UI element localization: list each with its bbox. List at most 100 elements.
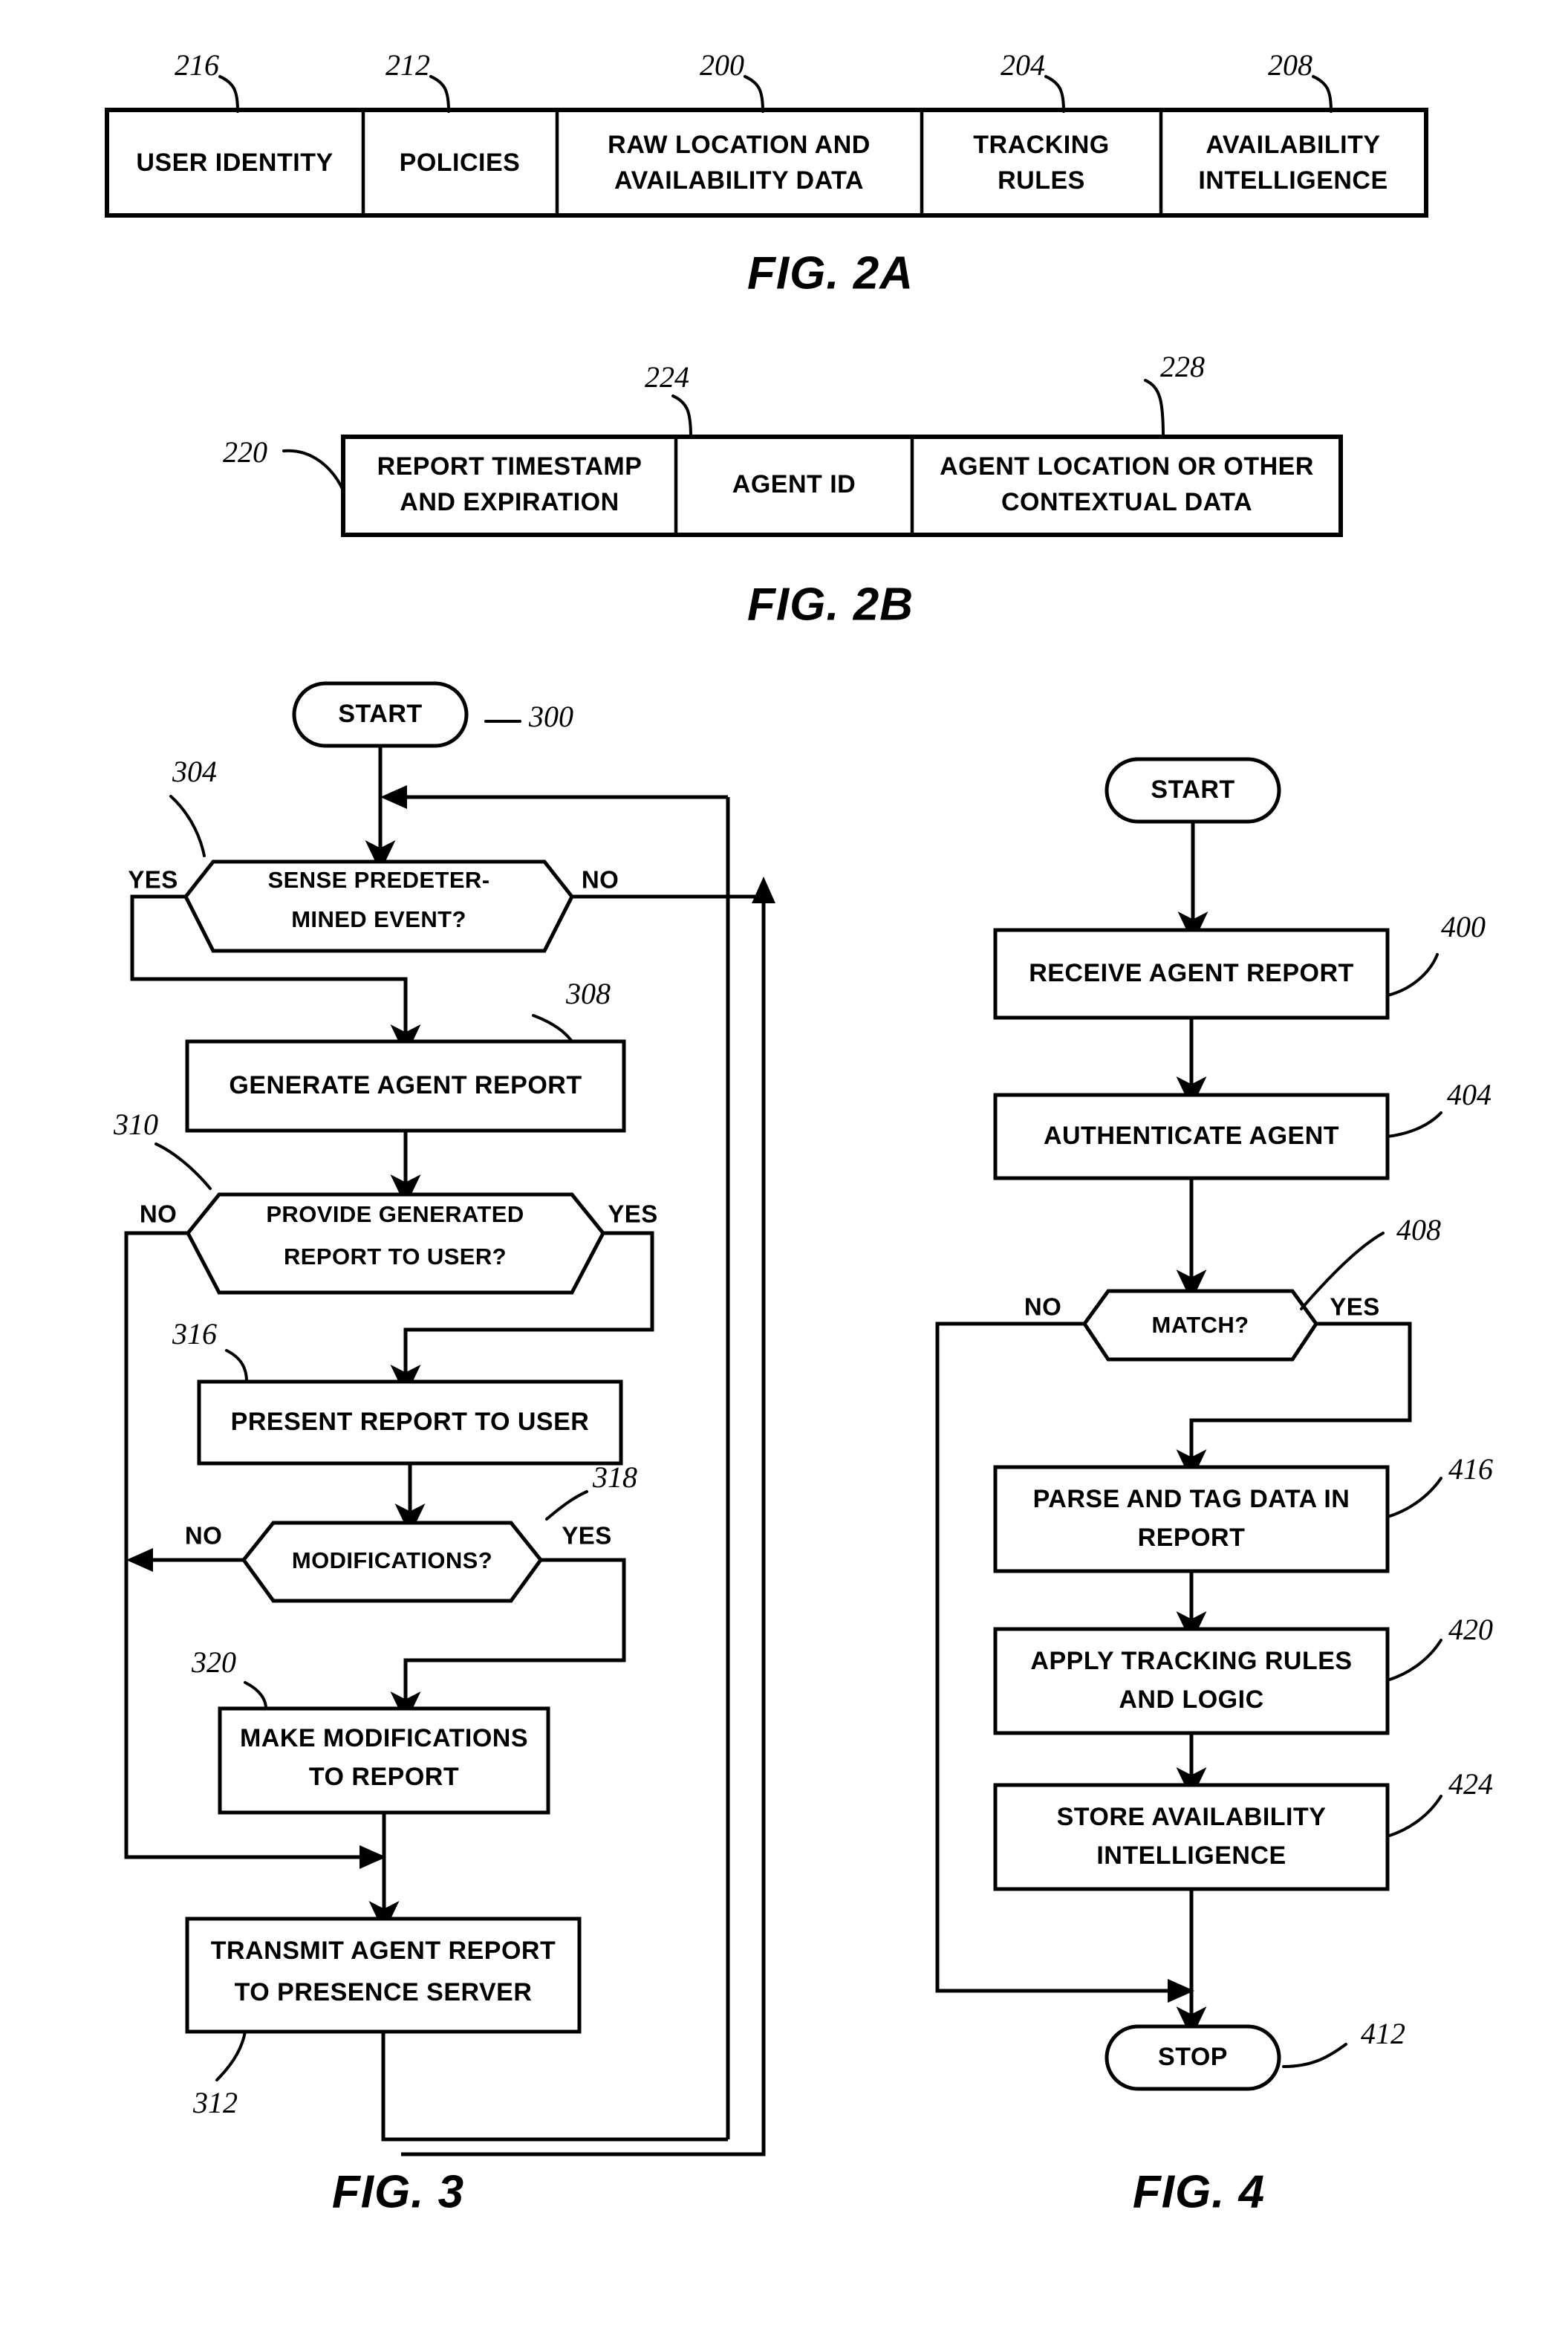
- fig2a-label: FIG. 2A: [747, 247, 914, 299]
- fig3-ref-316: 316: [172, 1317, 217, 1350]
- fig2a-ref-212: 212: [386, 48, 430, 82]
- fig4-apply-line2: AND LOGIC: [1119, 1686, 1263, 1714]
- fig4-ref-412: 412: [1361, 2017, 1405, 2050]
- fig3-provide-yes-label: YES: [608, 1200, 657, 1228]
- fig4-ref-424: 424: [1448, 1767, 1493, 1801]
- fig3-ref-310: 310: [113, 1108, 158, 1141]
- fig2a-cell-availability-line2: INTELLIGENCE: [1198, 166, 1388, 195]
- fig2a-cell-tracking-rules-line2: RULES: [998, 166, 1085, 195]
- fig2a-cell-raw-location-line2: AVAILABILITY DATA: [614, 166, 864, 195]
- fig3-make-line1: MAKE MODIFICATIONS: [240, 1724, 528, 1752]
- fig2a-leader-216: [218, 75, 239, 113]
- fig2a-cell-raw-location-line1: RAW LOCATION AND: [608, 131, 871, 159]
- fig4-leader-412: [1282, 2043, 1347, 2068]
- fig4-node-store: [993, 1783, 1390, 1891]
- fig3-provide-no-label: NO: [140, 1200, 177, 1228]
- fig2b-cell-agent-id: AGENT ID: [732, 470, 856, 498]
- figure-4: START RECEIVE AGENT REPORT 400 AUTHENTIC…: [935, 757, 1493, 2217]
- fig3-present-label: PRESENT REPORT TO USER: [231, 1408, 590, 1436]
- fig2b-label: FIG. 2B: [747, 579, 914, 630]
- fig3-leader-308: [532, 1014, 573, 1043]
- fig4-match-no-label: NO: [1024, 1293, 1061, 1321]
- fig3-ref-304: 304: [172, 755, 217, 788]
- fig3-sense-no-label: NO: [582, 866, 619, 894]
- fig2a-leader-204: [1044, 75, 1065, 113]
- fig3-sense-line2: MINED EVENT?: [291, 906, 466, 932]
- fig3-path-transmit-loop: [381, 2032, 728, 2142]
- fig2a-leader-212: [429, 75, 450, 113]
- fig3-bus-up-arrowhead: [752, 877, 775, 903]
- fig4-leader-424: [1386, 1795, 1442, 1838]
- fig3-start-label: START: [338, 700, 422, 728]
- fig4-ref-420: 420: [1448, 1613, 1493, 1646]
- fig3-ref-318: 318: [592, 1460, 637, 1494]
- fig4-ref-416: 416: [1448, 1452, 1493, 1486]
- fig4-match-label: MATCH?: [1152, 1312, 1249, 1338]
- fig4-apply-line1: APPLY TRACKING RULES: [1030, 1647, 1352, 1675]
- fig3-generate-label: GENERATE AGENT REPORT: [229, 1071, 582, 1099]
- fig3-leader-316: [225, 1349, 248, 1383]
- fig2a-leader-208: [1312, 75, 1333, 113]
- fig4-stop-label: STOP: [1158, 2043, 1228, 2071]
- fig2a-leader-200: [744, 75, 764, 113]
- fig3-path-sense-no: [572, 894, 766, 908]
- fig3-leader-310: [154, 1142, 212, 1190]
- fig4-leader-416: [1386, 1477, 1442, 1518]
- fig4-node-parse: [993, 1465, 1390, 1573]
- fig4-parse-line1: PARSE AND TAG DATA IN: [1033, 1485, 1350, 1513]
- fig4-leader-400: [1386, 953, 1439, 997]
- fig2a-cell-user-identity: USER IDENTITY: [136, 149, 333, 177]
- fig2a-ref-208: 208: [1268, 48, 1312, 82]
- fig3-leader-320: [244, 1681, 267, 1710]
- fig4-ref-400: 400: [1441, 910, 1486, 943]
- figure-2a: USER IDENTITY POLICIES RAW LOCATION AND …: [105, 48, 1428, 299]
- fig2a-ref-216: 216: [175, 48, 219, 82]
- fig2a-cell-tracking-rules-line1: TRACKING: [973, 131, 1109, 159]
- fig3-leader-318: [545, 1490, 588, 1521]
- drawing-canvas: USER IDENTITY POLICIES RAW LOCATION AND …: [105, 48, 1493, 2217]
- fig4-receive-label: RECEIVE AGENT REPORT: [1029, 959, 1354, 987]
- fig2b-cell-agent-location-line2: CONTEXTUAL DATA: [1001, 488, 1252, 516]
- fig3-provide-line2: REPORT TO USER?: [284, 1244, 507, 1270]
- fig2b-cell-agent-location-line1: AGENT LOCATION OR OTHER: [940, 452, 1314, 481]
- fig2b-leader-224: [671, 394, 692, 438]
- fig3-transmit-line2: TO PRESENCE SERVER: [235, 1978, 533, 2006]
- fig3-leader-304: [169, 795, 206, 857]
- patent-drawing-sheet: USER IDENTITY POLICIES RAW LOCATION AND …: [0, 0, 1568, 2334]
- fig2a-cell-policies: POLICIES: [400, 149, 521, 177]
- figure-2b: REPORT TIMESTAMP AND EXPIRATION AGENT ID…: [223, 350, 1343, 630]
- figure-3: START 300 SENSE PREDETER- MINED EVENT? 3…: [113, 681, 775, 2217]
- fig2b-ref-228: 228: [1160, 350, 1205, 383]
- fig3-modifications-label: MODIFICATIONS?: [292, 1547, 492, 1573]
- fig2b-cell-timestamp-line2: AND EXPIRATION: [400, 488, 619, 516]
- fig4-ref-408: 408: [1396, 1213, 1441, 1246]
- fig2a-ref-204: 204: [1001, 48, 1045, 82]
- fig3-ref-312: 312: [192, 2086, 238, 2119]
- fig4-label: FIG. 4: [1133, 2166, 1265, 2217]
- fig3-transmit-line1: TRANSMIT AGENT REPORT: [211, 1937, 556, 1965]
- fig4-store-line1: STORE AVAILABILITY: [1057, 1803, 1327, 1831]
- fig3-ref-300: 300: [528, 700, 573, 733]
- fig3-modifications-no-label: NO: [185, 1522, 222, 1550]
- fig3-leader-312: [215, 2030, 247, 2081]
- fig2b-ref-224: 224: [645, 360, 689, 394]
- fig4-ref-404: 404: [1447, 1078, 1491, 1111]
- fig3-ref-320: 320: [191, 1645, 236, 1679]
- fig4-authenticate-label: AUTHENTICATE AGENT: [1044, 1122, 1339, 1150]
- fig4-leader-420: [1386, 1639, 1442, 1682]
- fig3-sense-yes-label: YES: [128, 866, 178, 894]
- fig2a-ref-200: 200: [700, 48, 744, 82]
- fig2b-leader-220: [282, 449, 345, 492]
- fig3-node-transmit: [185, 1917, 582, 2034]
- fig2b-cell-timestamp-line1: REPORT TIMESTAMP: [377, 452, 643, 481]
- fig3-label: FIG. 3: [332, 2166, 464, 2217]
- fig3-mods-no-arrowhead: [126, 1548, 153, 1572]
- fig3-make-line2: TO REPORT: [309, 1763, 459, 1791]
- fig3-ref-308: 308: [565, 977, 611, 1010]
- fig4-match-yes-label: YES: [1330, 1293, 1379, 1321]
- fig4-leader-404: [1386, 1111, 1442, 1138]
- fig2b-leader-228: [1144, 379, 1165, 438]
- fig3-modifications-yes-label: YES: [562, 1522, 611, 1550]
- fig3-sense-line1: SENSE PREDETER-: [268, 867, 490, 893]
- fig3-provide-line1: PROVIDE GENERATED: [266, 1201, 524, 1227]
